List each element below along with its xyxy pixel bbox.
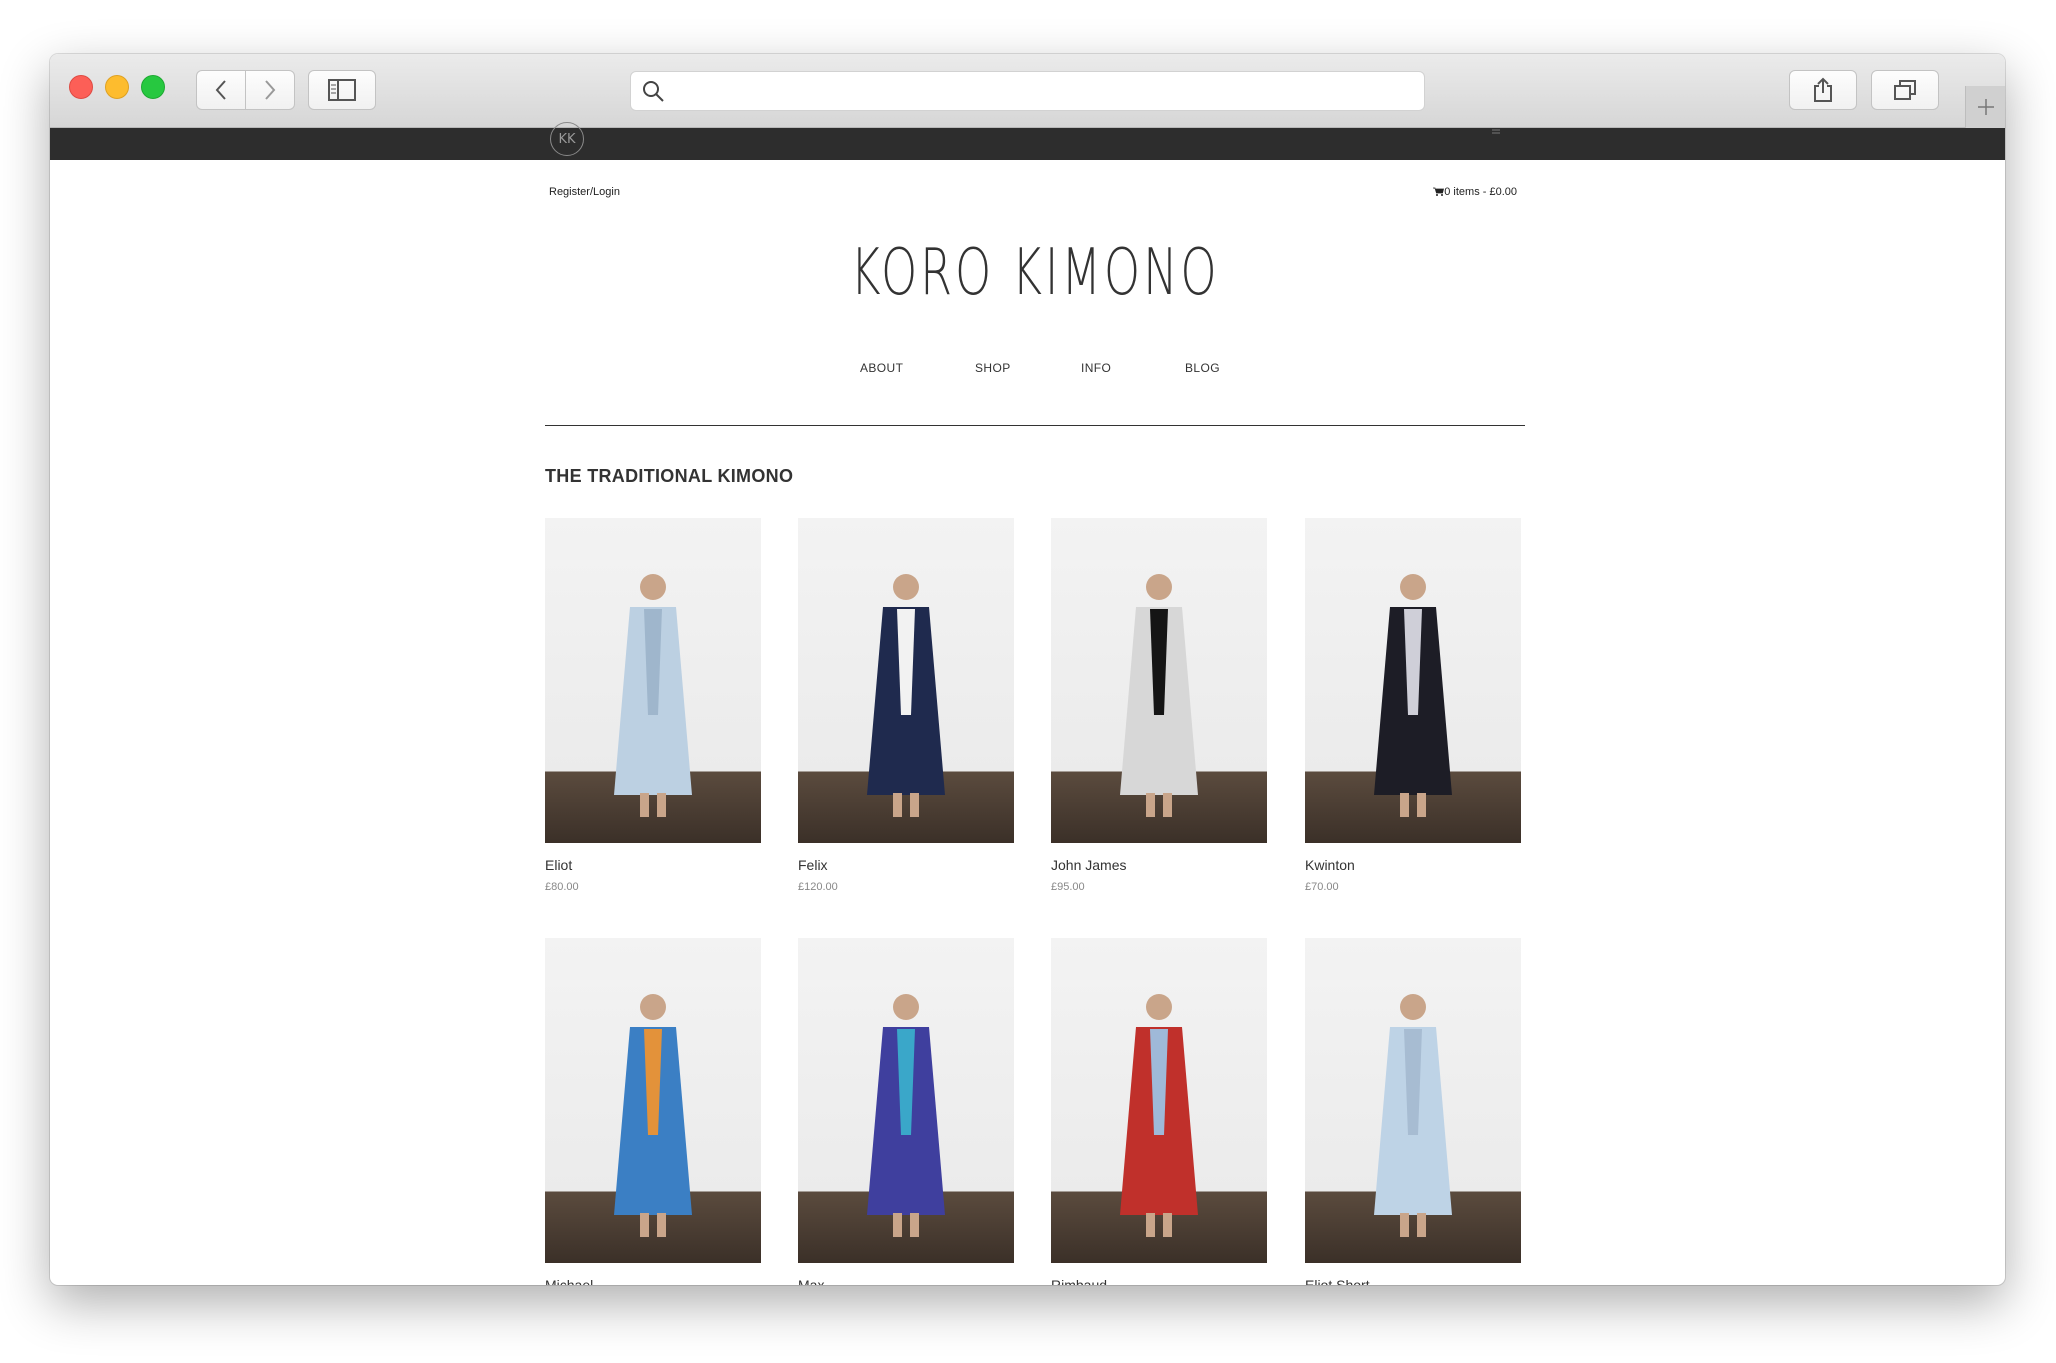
model-figure bbox=[614, 994, 692, 1237]
sidebar-icon bbox=[328, 79, 356, 101]
chevron-left-icon bbox=[215, 80, 226, 100]
address-input[interactable] bbox=[673, 80, 1424, 102]
product-price: £80.00 bbox=[545, 881, 579, 893]
product-card[interactable]: Felix £120.00 bbox=[798, 518, 1014, 893]
product-image[interactable] bbox=[1051, 938, 1267, 1263]
brand-logo[interactable]: KORO KIMONO bbox=[682, 236, 1388, 310]
product-name[interactable]: Kwinton bbox=[1305, 857, 1521, 873]
cart-link[interactable]: 0 items - £0.00 bbox=[1433, 186, 1517, 198]
product-price: £120.00 bbox=[798, 881, 838, 893]
site-mini-logo[interactable]: KK bbox=[550, 122, 584, 156]
browser-window: KK Register/Login 0 items - £0.00 KORO K… bbox=[50, 54, 2005, 1285]
cart-summary: 0 items - £0.00 bbox=[1444, 186, 1517, 198]
product-name[interactable]: Michael bbox=[545, 1277, 761, 1285]
product-card[interactable]: Eliot £80.00 bbox=[545, 518, 761, 893]
model-figure bbox=[1120, 574, 1198, 817]
model-figure bbox=[1374, 574, 1452, 817]
section-title: THE TRADITIONAL KIMONO bbox=[545, 466, 794, 486]
model-figure bbox=[867, 574, 945, 817]
nav-divider bbox=[545, 425, 1525, 426]
product-price: £70.00 bbox=[1305, 881, 1339, 893]
address-bar[interactable] bbox=[630, 71, 1425, 111]
minimize-window-button[interactable] bbox=[105, 75, 129, 99]
product-name[interactable]: Max bbox=[798, 1277, 1014, 1285]
utility-bar: Register/Login 0 items - £0.00 bbox=[545, 186, 1525, 206]
product-name[interactable]: Felix bbox=[798, 857, 1014, 873]
model-figure bbox=[1374, 994, 1452, 1237]
product-name[interactable]: Eliot bbox=[545, 857, 761, 873]
back-button[interactable] bbox=[196, 70, 246, 110]
forward-button[interactable] bbox=[245, 70, 295, 110]
close-window-button[interactable] bbox=[69, 75, 93, 99]
tabs-icon bbox=[1894, 80, 1916, 100]
nav-about[interactable]: ABOUT bbox=[860, 361, 903, 375]
nav-info[interactable]: INFO bbox=[1081, 361, 1111, 375]
cart-icon bbox=[1433, 187, 1445, 196]
product-card[interactable]: Michael£49.00 bbox=[545, 938, 761, 1285]
product-image[interactable] bbox=[1305, 518, 1521, 843]
share-button[interactable] bbox=[1789, 70, 1857, 110]
sidebar-toggle-button[interactable] bbox=[308, 70, 376, 110]
register-login-link[interactable]: Register/Login bbox=[549, 186, 620, 198]
product-card[interactable]: Kwinton £70.00 bbox=[1305, 518, 1521, 893]
tab-overview-button[interactable] bbox=[1871, 70, 1939, 110]
zoom-window-button[interactable] bbox=[141, 75, 165, 99]
product-name[interactable]: Rimbaud bbox=[1051, 1277, 1267, 1285]
chevron-right-icon bbox=[265, 80, 276, 100]
site-top-bar: KK bbox=[50, 122, 2005, 160]
product-name[interactable]: John James bbox=[1051, 857, 1267, 873]
nav-blog[interactable]: BLOG bbox=[1185, 361, 1220, 375]
product-card[interactable]: Eliot Short£70.00 bbox=[1305, 938, 1521, 1285]
product-name[interactable]: Eliot Short bbox=[1305, 1277, 1521, 1285]
product-price: £95.00 bbox=[1051, 881, 1085, 893]
main-nav: ABOUT SHOP INFO BLOG bbox=[545, 361, 1525, 381]
product-image[interactable] bbox=[1051, 518, 1267, 843]
model-figure bbox=[867, 994, 945, 1237]
product-image[interactable] bbox=[798, 938, 1014, 1263]
product-card[interactable]: Max£49.00 bbox=[798, 938, 1014, 1285]
product-image[interactable] bbox=[1305, 938, 1521, 1263]
search-icon bbox=[643, 81, 664, 102]
plus-icon bbox=[1977, 99, 1994, 115]
model-figure bbox=[1120, 994, 1198, 1237]
browser-toolbar bbox=[50, 54, 2005, 128]
new-tab-button[interactable] bbox=[1965, 86, 2005, 128]
product-image[interactable] bbox=[545, 938, 761, 1263]
product-image[interactable] bbox=[798, 518, 1014, 843]
share-icon bbox=[1814, 77, 1832, 102]
product-image[interactable] bbox=[545, 518, 761, 843]
product-card[interactable]: Rimbaud£55.00 bbox=[1051, 938, 1267, 1285]
product-card[interactable]: John James £95.00 bbox=[1051, 518, 1267, 893]
menu-icon[interactable] bbox=[1492, 128, 1500, 136]
nav-shop[interactable]: SHOP bbox=[975, 361, 1011, 375]
model-figure bbox=[614, 574, 692, 817]
